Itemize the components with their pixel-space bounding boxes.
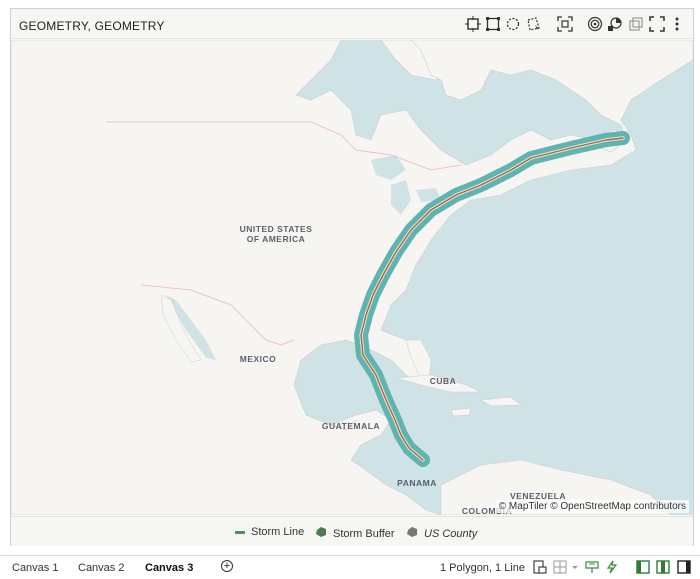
focus-icon[interactable] [557,16,573,32]
polygon-swatch-icon [406,526,418,541]
grid-icon[interactable] [553,560,567,574]
zoom-to-fit-icon[interactable] [465,16,481,32]
tab-canvas-2[interactable]: Canvas 2 [78,562,124,574]
panel-header: GEOMETRY, GEOMETRY [11,9,693,39]
duplicate-icon[interactable] [628,16,644,32]
tab-canvas-1[interactable]: Canvas 1 [12,562,58,574]
legend-storm-line[interactable]: Storm Line [235,526,304,538]
center-panel-toggle-icon[interactable] [656,560,670,574]
chevron-down-icon[interactable] [568,560,578,574]
lightning-icon[interactable] [605,560,619,574]
legend-us-county[interactable]: US County [406,526,477,541]
legend-label: Storm Line [251,526,305,538]
line-swatch-icon [235,530,245,534]
legend-storm-buffer[interactable]: Storm Buffer [315,526,395,541]
heatmap-icon[interactable] [607,16,623,32]
data-table-icon[interactable] [533,560,547,574]
map-canvas[interactable]: UNITED STATES OF AMERICA MEXICO CUBA GUA… [11,40,693,515]
legend-label: Storm Buffer [333,527,395,540]
map-legend: Storm Line Storm Buffer US County [11,516,693,546]
layers-icon[interactable] [587,16,603,32]
right-panel-toggle-icon[interactable] [677,560,691,574]
rectangle-select-icon[interactable] [485,16,501,32]
map-attribution[interactable]: © MapTiler © OpenStreetMap contributors [495,500,689,513]
label-panama: PANAMA [397,478,437,488]
left-panel-toggle-icon[interactable] [636,560,650,574]
filter-icon[interactable] [585,560,599,574]
panel-title: GEOMETRY, GEOMETRY [19,19,165,33]
lasso-select-icon[interactable] [505,16,521,32]
label-mexico: MEXICO [239,354,277,364]
maximize-icon[interactable] [649,16,665,32]
polygon-swatch-icon [315,526,327,541]
label-cuba: CUBA [429,376,457,386]
add-canvas-icon[interactable]: + [221,560,233,572]
more-icon[interactable] [669,16,685,32]
tab-canvas-3[interactable]: Canvas 3 [145,562,193,574]
basemap [11,40,693,515]
selection-status: 1 Polygon, 1 Line [440,562,526,574]
label-usa: UNITED STATES OF AMERICA [239,224,313,244]
canvas-tab-bar: Canvas 1 Canvas 2 Canvas 3 + 1 Polygon, … [0,555,700,578]
polygon-select-icon[interactable] [525,16,541,32]
legend-label: US County [424,527,478,540]
label-guatemala: GUATEMALA [321,421,381,431]
map-visualization-panel: GEOMETRY, GEOMETRY UNITED STATES OF AMER… [10,8,694,546]
